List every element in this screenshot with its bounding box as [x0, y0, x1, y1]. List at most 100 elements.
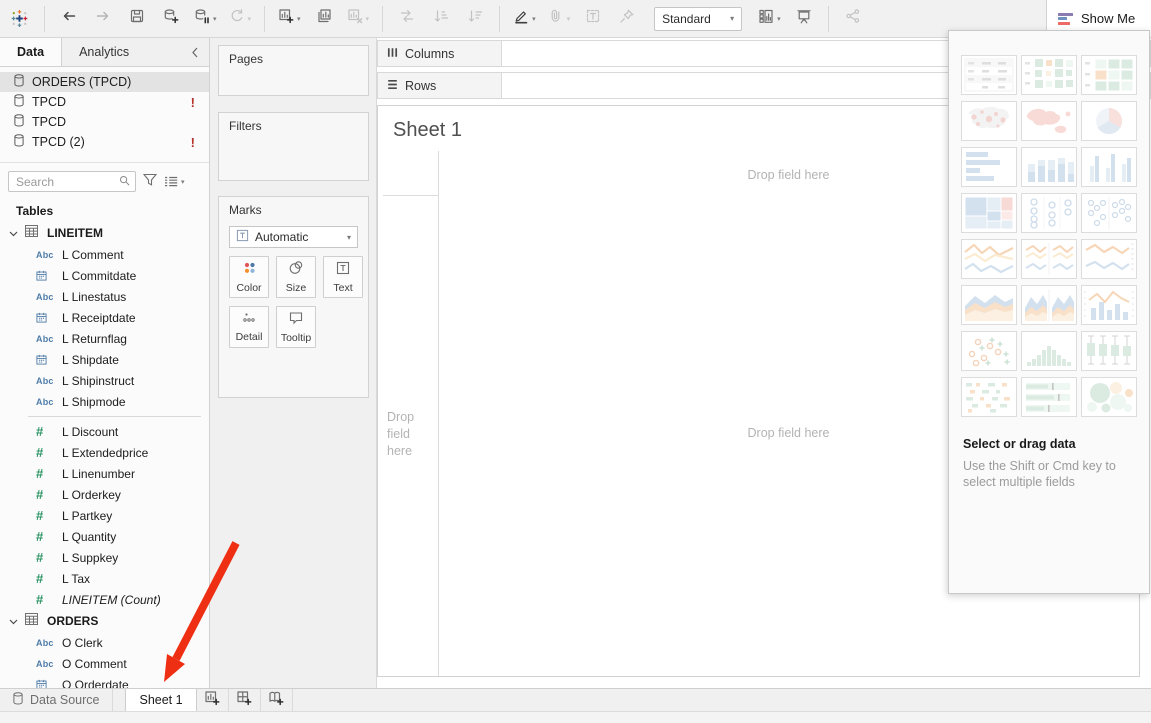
dropdown-caret-icon[interactable]: ▾ — [777, 15, 781, 23]
field-item[interactable]: L Shipdate — [0, 349, 209, 370]
data-source-item[interactable]: TPCD (2)! — [0, 132, 209, 152]
undo-button[interactable] — [58, 6, 80, 32]
fix-axes-button[interactable] — [616, 6, 638, 32]
drop-zone-rows[interactable]: Drop field here — [387, 409, 431, 460]
showme-side-by-side-circles-thumb[interactable] — [1081, 193, 1137, 233]
duplicate-sheet-button[interactable] — [313, 6, 335, 32]
showme-horizontal-bars-thumb[interactable] — [961, 147, 1017, 187]
view-options-icon[interactable]: ▾ — [164, 176, 185, 187]
showme-bullet-graph-thumb[interactable] — [1021, 377, 1077, 417]
showme-histogram-thumb[interactable] — [1021, 331, 1077, 371]
showme-highlight-table-thumb[interactable] — [1081, 55, 1137, 95]
dropdown-caret-icon[interactable]: ▾ — [297, 15, 301, 23]
showme-text-table-thumb[interactable] — [961, 55, 1017, 95]
new-data-source-button[interactable] — [160, 6, 182, 32]
field-item[interactable]: O Orderdate — [0, 674, 209, 688]
showme-discrete-lines-thumb[interactable] — [1021, 239, 1077, 279]
detail-button[interactable]: Detail — [229, 306, 269, 348]
field-item[interactable]: AbcL Returnflag — [0, 328, 209, 349]
sort-ascending-button[interactable] — [430, 6, 452, 32]
showme-heat-map-thumb[interactable] — [1021, 55, 1077, 95]
field-item[interactable]: #L Partkey — [0, 505, 209, 526]
showme-dual-combination-thumb[interactable] — [1081, 285, 1137, 325]
showme-packed-bubbles-thumb[interactable] — [1081, 377, 1137, 417]
showme-gantt-thumb[interactable] — [961, 377, 1017, 417]
highlight-button[interactable]: ▾ — [513, 6, 536, 32]
dropdown-caret-icon[interactable]: ▾ — [532, 15, 536, 23]
chevron-down-icon[interactable] — [9, 224, 18, 242]
showme-continuous-lines-thumb[interactable] — [961, 239, 1017, 279]
showme-discrete-area-thumb[interactable] — [1021, 285, 1077, 325]
field-item[interactable]: #LINEITEM (Count) — [0, 589, 209, 610]
table-group-orders[interactable]: ORDERS — [0, 610, 209, 632]
data-source-item[interactable]: TPCD — [0, 112, 209, 132]
tooltip-button[interactable]: Tooltip — [276, 306, 316, 348]
new-worksheet-button[interactable] — [197, 689, 229, 711]
pause-auto-updates-button[interactable]: ▾ — [194, 6, 217, 32]
save-button[interactable] — [126, 6, 148, 32]
showme-stacked-bars-thumb[interactable] — [1021, 147, 1077, 187]
field-item[interactable]: AbcO Clerk — [0, 632, 209, 653]
field-item[interactable]: AbcL Shipinstruct — [0, 370, 209, 391]
field-item[interactable]: AbcO Comment — [0, 653, 209, 674]
field-item[interactable]: #L Linenumber — [0, 463, 209, 484]
field-item[interactable]: AbcL Linestatus — [0, 286, 209, 307]
data-source-item[interactable]: TPCD! — [0, 92, 209, 112]
showme-treemap-thumb[interactable] — [961, 193, 1017, 233]
fit-select[interactable]: Standard▾ — [654, 7, 742, 31]
search-input-box[interactable] — [8, 171, 136, 192]
search-input[interactable] — [14, 174, 119, 190]
field-item[interactable]: #L Suppkey — [0, 547, 209, 568]
showme-symbol-map-thumb[interactable] — [961, 101, 1017, 141]
showme-scatter-plot-thumb[interactable] — [961, 331, 1017, 371]
clear-sheet-button[interactable]: ▾ — [347, 6, 370, 32]
dropdown-caret-icon[interactable]: ▾ — [567, 15, 571, 23]
filters-card[interactable]: Filters — [218, 112, 369, 181]
field-item[interactable]: #L Orderkey — [0, 484, 209, 505]
showme-side-by-side-bars-thumb[interactable] — [1081, 147, 1137, 187]
tab-analytics[interactable]: Analytics — [62, 38, 146, 66]
filter-fields-icon[interactable] — [143, 173, 157, 191]
mark-type-dropdown[interactable]: Automatic ▾ — [229, 226, 358, 248]
text-button[interactable]: Text — [323, 256, 363, 298]
showme-circle-views-thumb[interactable] — [1021, 193, 1077, 233]
showme-filled-map-thumb[interactable] — [1021, 101, 1077, 141]
field-item[interactable]: #L Quantity — [0, 526, 209, 547]
data-source-tab[interactable]: Data Source — [0, 689, 113, 711]
show-hide-cards-button[interactable]: ▾ — [758, 6, 781, 32]
field-item[interactable]: #L Tax — [0, 568, 209, 589]
run-update-button[interactable]: ▾ — [229, 6, 252, 32]
table-group-lineitem[interactable]: LINEITEM — [0, 222, 209, 244]
tab-data[interactable]: Data — [0, 38, 62, 66]
sort-descending-button[interactable] — [464, 6, 486, 32]
swap-rows-columns-button[interactable] — [396, 6, 418, 32]
dropdown-caret-icon[interactable]: ▾ — [213, 15, 217, 23]
chevron-down-icon[interactable] — [9, 612, 18, 630]
pages-card[interactable]: Pages — [218, 45, 369, 96]
new-worksheet-button[interactable]: ▾ — [278, 6, 301, 32]
show-mark-labels-button[interactable] — [582, 6, 604, 32]
new-dashboard-button[interactable] — [229, 689, 261, 711]
showme-pie-chart-thumb[interactable] — [1081, 101, 1137, 141]
group-members-button[interactable]: ▾ — [548, 6, 571, 32]
showme-box-and-whisker-thumb[interactable] — [1081, 331, 1137, 371]
field-item[interactable]: AbcL Shipmode — [0, 391, 209, 412]
field-item[interactable]: L Receiptdate — [0, 307, 209, 328]
dropdown-caret-icon[interactable]: ▾ — [366, 15, 370, 23]
field-item[interactable]: #L Extendedprice — [0, 442, 209, 463]
data-source-item[interactable]: ORDERS (TPCD) — [0, 72, 209, 92]
field-item[interactable]: AbcL Comment — [0, 244, 209, 265]
presentation-mode-button[interactable] — [793, 6, 815, 32]
dropdown-caret-icon[interactable]: ▾ — [248, 15, 252, 23]
color-button[interactable]: Color — [229, 256, 269, 298]
new-story-button[interactable] — [261, 689, 293, 711]
size-button[interactable]: Size — [276, 256, 316, 298]
field-item[interactable]: L Commitdate — [0, 265, 209, 286]
sheet-1-tab[interactable]: Sheet 1 — [125, 689, 196, 711]
share-button[interactable] — [842, 6, 864, 32]
showme-dual-lines-thumb[interactable] — [1081, 239, 1137, 279]
collapse-pane-icon[interactable] — [181, 38, 209, 66]
redo-button[interactable] — [92, 6, 114, 32]
showme-continuous-area-thumb[interactable] — [961, 285, 1017, 325]
field-item[interactable]: #L Discount — [0, 421, 209, 442]
